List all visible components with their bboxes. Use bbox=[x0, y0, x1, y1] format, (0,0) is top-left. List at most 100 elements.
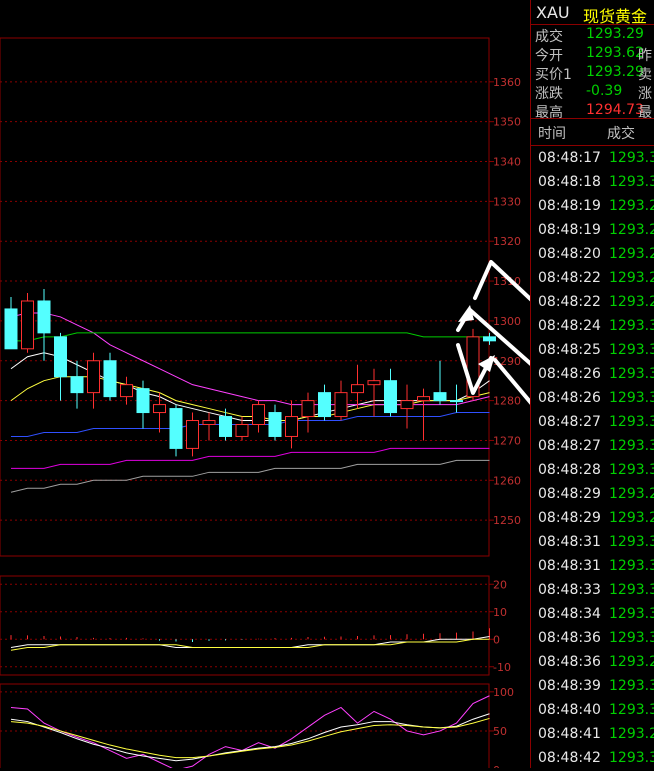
tick-header-price: 成交 bbox=[607, 126, 635, 142]
tick-row[interactable]: 08:48:31 1293.3 bbox=[531, 555, 654, 579]
price-tick-label: 1360 bbox=[493, 76, 521, 89]
tick-row[interactable]: 08:48:31 1293.3 bbox=[531, 531, 654, 555]
tick-row[interactable]: 08:48:18 1293.3 bbox=[531, 171, 654, 195]
tick-row[interactable]: 08:48:26 1293.3 bbox=[531, 387, 654, 411]
price-tick-label: 1340 bbox=[493, 156, 521, 169]
tick-row[interactable]: 08:48:28 1293.3 bbox=[531, 459, 654, 483]
tick-price: 1293.2 bbox=[609, 198, 654, 214]
kdj-tick-label: 0 bbox=[493, 764, 500, 768]
candle-body bbox=[186, 420, 199, 449]
candle-body bbox=[301, 400, 315, 418]
tick-price: 1293.3 bbox=[609, 558, 654, 574]
tick-price: 1293.2 bbox=[609, 726, 654, 742]
tick-header-time: 时间 bbox=[538, 126, 566, 142]
tick-row[interactable]: 08:48:22 1293.2 bbox=[531, 291, 654, 315]
arrow-path-up-right bbox=[473, 260, 530, 302]
candle-body bbox=[21, 300, 34, 350]
price-tick-label: 1280 bbox=[493, 395, 521, 408]
tick-row[interactable]: 08:48:19 1293.2 bbox=[531, 219, 654, 243]
tick-price: 1293.3 bbox=[609, 438, 654, 454]
tick-price: 1293.3 bbox=[609, 702, 654, 718]
tick-price: 1293.3 bbox=[609, 390, 654, 406]
macd-tick-label: 20 bbox=[493, 578, 507, 591]
price-axis: 1360135013401330132013101300129012801270… bbox=[493, 76, 521, 527]
tick-row[interactable]: 08:48:27 1293.3 bbox=[531, 435, 654, 459]
tick-time: 08:48:24 bbox=[538, 318, 601, 334]
tick-row[interactable]: 08:48:22 1293.2 bbox=[531, 267, 654, 291]
tick-time: 08:48:39 bbox=[538, 678, 601, 694]
tick-row[interactable]: 08:48:24 1293.3 bbox=[531, 315, 654, 339]
candle-body bbox=[351, 384, 364, 394]
ma-line bbox=[10, 459, 490, 493]
macd-line bbox=[10, 638, 490, 651]
tick-price: 1293.3 bbox=[609, 366, 654, 382]
tick-price: 1293.2 bbox=[609, 294, 654, 310]
tick-time: 08:48:28 bbox=[538, 462, 601, 478]
macd-panel-frame bbox=[0, 575, 490, 676]
tick-time: 08:48:25 bbox=[538, 342, 601, 358]
candle-body bbox=[202, 420, 216, 426]
kdj-gridlines bbox=[0, 691, 494, 732]
candle-body bbox=[235, 424, 249, 437]
tick-price: 1293.2 bbox=[609, 222, 654, 238]
tick-row[interactable]: 08:48:19 1293.2 bbox=[531, 195, 654, 219]
moving-average-lines bbox=[10, 312, 490, 493]
kdj-axis: 100 50 0 bbox=[493, 686, 514, 768]
tick-row[interactable]: 08:48:26 1293.3 bbox=[531, 363, 654, 387]
tick-row[interactable]: 08:48:29 1293.2 bbox=[531, 507, 654, 531]
tick-time: 08:48:34 bbox=[538, 606, 601, 622]
arrowhead-icon bbox=[478, 355, 495, 372]
tick-price: 1293.3 bbox=[609, 582, 654, 598]
tick-price: 1293.2 bbox=[609, 270, 654, 286]
tick-row[interactable]: 08:48:20 1293.2 bbox=[531, 243, 654, 267]
price-tick-label: 1300 bbox=[493, 315, 521, 328]
tick-row[interactable]: 08:48:36 1293.2 bbox=[531, 651, 654, 675]
tick-price: 1293.3 bbox=[609, 534, 654, 550]
tick-row[interactable]: 08:48:42 1293.3 bbox=[531, 747, 654, 771]
price-gridlines bbox=[0, 81, 494, 521]
quote-value: 1293.29 bbox=[586, 26, 644, 42]
kdj-lines bbox=[10, 695, 490, 768]
tick-price: 1293.3 bbox=[609, 678, 654, 694]
tick-price: 1293.3 bbox=[609, 750, 654, 766]
tick-row[interactable]: 08:48:17 1293.3 bbox=[531, 147, 654, 171]
macd-bars bbox=[10, 628, 490, 642]
macd-panel: 20 10 0 -10 bbox=[0, 575, 511, 676]
tick-time: 08:48:31 bbox=[538, 534, 601, 550]
tick-price: 1293.3 bbox=[609, 630, 654, 646]
tick-time: 08:48:26 bbox=[538, 390, 601, 406]
price-tick-label: 1330 bbox=[493, 195, 521, 208]
candle-body bbox=[252, 404, 265, 426]
price-tick-label: 1250 bbox=[493, 514, 521, 527]
kdj-line bbox=[10, 717, 490, 759]
tick-row[interactable]: 08:48:25 1293.3 bbox=[531, 339, 654, 363]
tick-row[interactable]: 08:48:39 1293.3 bbox=[531, 675, 654, 699]
tick-price: 1293.3 bbox=[609, 342, 654, 358]
ma-line bbox=[11, 332, 490, 342]
tick-time: 08:48:27 bbox=[538, 438, 601, 454]
macd-axis: 20 10 0 -10 bbox=[493, 578, 511, 674]
tick-row[interactable]: 08:48:33 1293.3 bbox=[531, 579, 654, 603]
macd-gridlines bbox=[0, 583, 494, 668]
tick-row[interactable]: 08:48:40 1293.3 bbox=[531, 699, 654, 723]
tick-price: 1293.2 bbox=[609, 654, 654, 670]
tick-row[interactable]: 08:48:34 1293.3 bbox=[531, 603, 654, 627]
main-panel-frame bbox=[0, 37, 490, 557]
tick-time: 08:48:40 bbox=[538, 702, 601, 718]
kline-chart[interactable]: 1360135013401330132013101300129012801270… bbox=[0, 0, 530, 768]
candle-body bbox=[169, 408, 183, 449]
candle-body bbox=[153, 404, 166, 414]
tick-time: 08:48:19 bbox=[538, 222, 601, 238]
tick-row[interactable]: 08:48:29 1293.2 bbox=[531, 483, 654, 507]
tick-time: 08:48:18 bbox=[538, 174, 601, 190]
tick-price: 1293.3 bbox=[609, 462, 654, 478]
main-panel: 1360135013401330132013101300129012801270… bbox=[0, 37, 521, 557]
macd-tick-label: -10 bbox=[493, 661, 511, 674]
tick-row[interactable]: 08:48:36 1293.3 bbox=[531, 627, 654, 651]
price-tick-label: 1350 bbox=[493, 116, 521, 129]
candle-body bbox=[367, 380, 381, 386]
tick-time: 08:48:26 bbox=[538, 366, 601, 382]
tick-row[interactable]: 08:48:27 1293.3 bbox=[531, 411, 654, 435]
tick-row[interactable]: 08:48:41 1293.2 bbox=[531, 723, 654, 747]
candle-body bbox=[87, 360, 100, 394]
